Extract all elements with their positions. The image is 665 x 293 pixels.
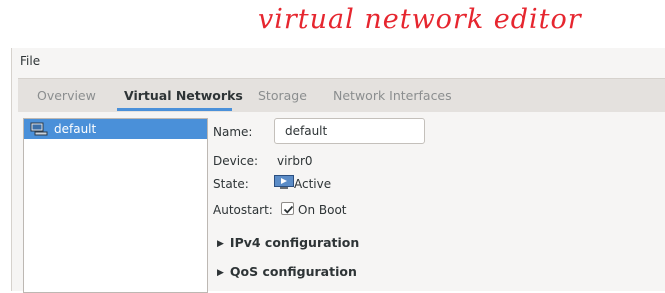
autostart-value: On Boot bbox=[298, 203, 347, 217]
ipv4-config-label: IPv4 configuration bbox=[229, 235, 360, 250]
device-value: virbr0 bbox=[277, 154, 313, 168]
qos-config-expander[interactable]: ▶ QoS configuration bbox=[217, 264, 357, 279]
tab-network-interfaces[interactable]: Network Interfaces bbox=[333, 88, 452, 103]
network-details: Name: Device: virbr0 State: Active Autos… bbox=[213, 118, 663, 291]
active-tab-indicator bbox=[117, 108, 232, 111]
list-item[interactable]: default bbox=[24, 119, 207, 139]
state-running-icon bbox=[274, 175, 294, 189]
tab-bar: Overview Virtual Networks Storage Networ… bbox=[18, 78, 665, 113]
annotation-text: virtual network editor bbox=[258, 4, 583, 35]
expand-triangle-icon: ▶ bbox=[217, 239, 224, 249]
menubar: File bbox=[12, 48, 665, 75]
network-icon bbox=[30, 122, 48, 136]
network-list[interactable]: default bbox=[23, 118, 208, 293]
state-value: Active bbox=[294, 177, 332, 191]
virtual-networks-panel: default Name: Device: virbr0 State: Acti… bbox=[18, 112, 665, 293]
ipv4-config-expander[interactable]: ▶ IPv4 configuration bbox=[217, 235, 359, 250]
connection-details-window: File Overview Virtual Networks Storage N… bbox=[11, 48, 665, 293]
checkmark-icon bbox=[283, 205, 294, 214]
name-label: Name: bbox=[213, 125, 253, 139]
qos-config-label: QoS configuration bbox=[229, 264, 357, 279]
name-input[interactable] bbox=[274, 118, 425, 144]
tab-storage[interactable]: Storage bbox=[258, 88, 307, 103]
autostart-label: Autostart: bbox=[213, 203, 273, 217]
network-label: default bbox=[54, 122, 97, 136]
tab-overview[interactable]: Overview bbox=[37, 88, 96, 103]
menu-file[interactable]: File bbox=[20, 54, 40, 68]
state-label: State: bbox=[213, 177, 249, 191]
device-label: Device: bbox=[213, 154, 259, 168]
tab-virtual-networks[interactable]: Virtual Networks bbox=[124, 88, 243, 103]
autostart-checkbox[interactable] bbox=[281, 202, 294, 215]
expand-triangle-icon: ▶ bbox=[217, 268, 224, 278]
